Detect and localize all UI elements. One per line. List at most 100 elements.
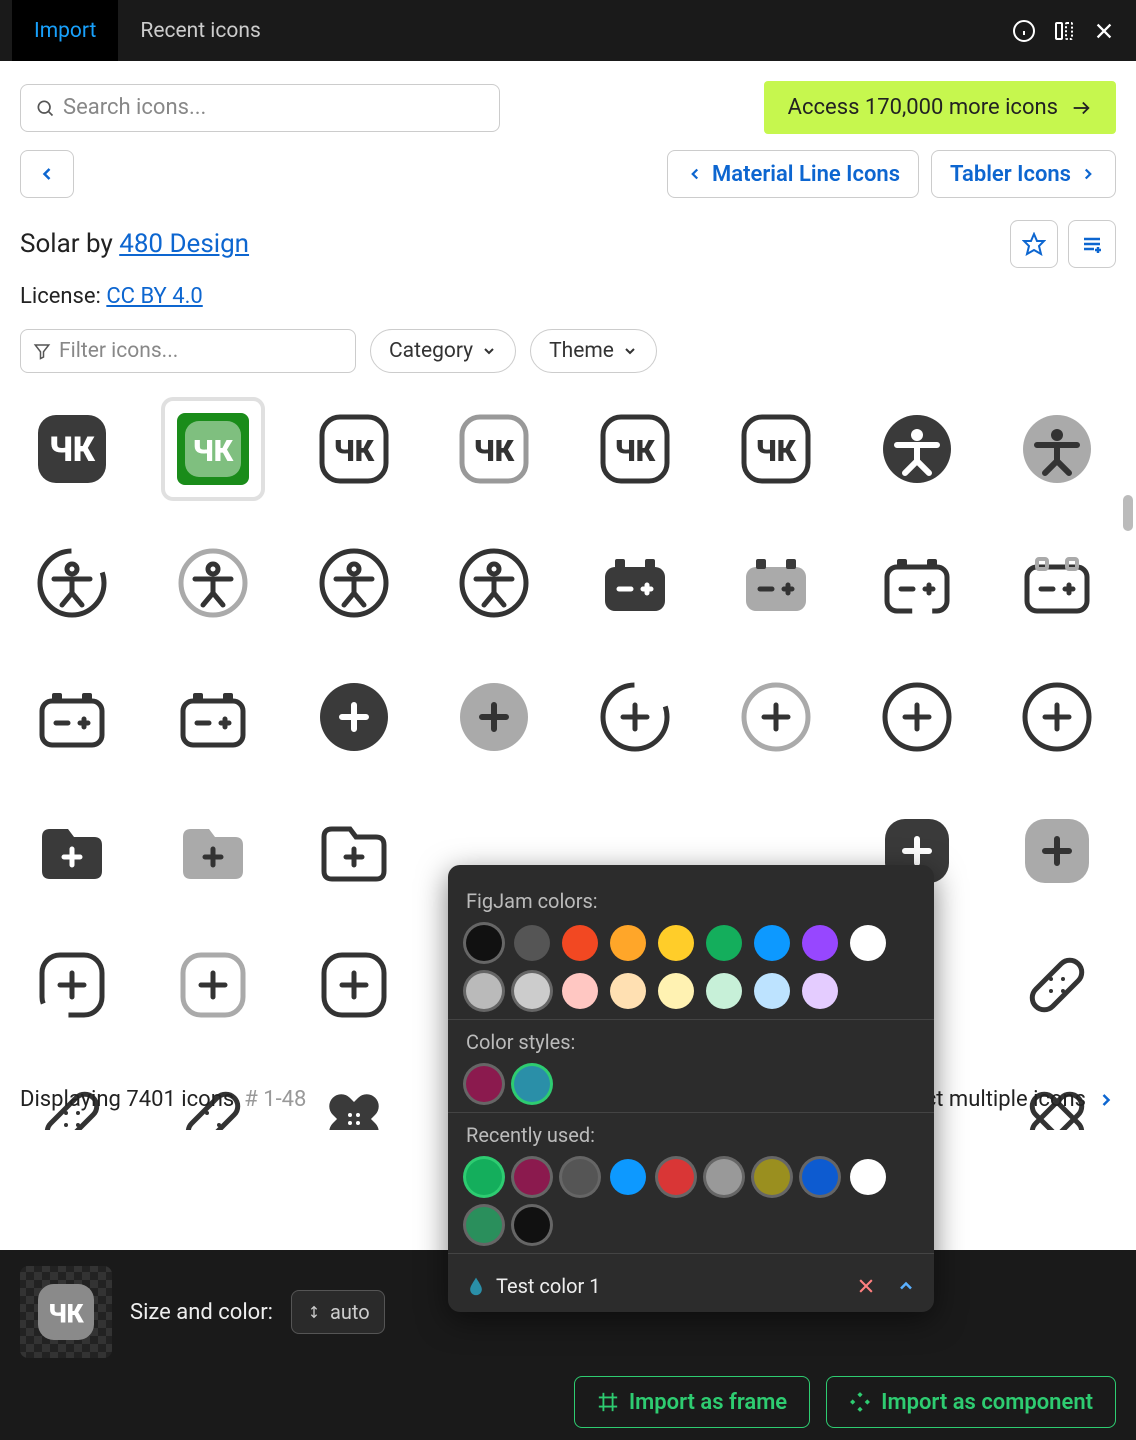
theme-dropdown[interactable]: Theme [530,329,657,373]
swatch[interactable] [802,925,838,961]
header-bar: Import Recent icons [0,0,1136,61]
close-icon[interactable] [1084,11,1124,51]
icon-accessibility-duo2[interactable] [165,535,261,631]
swatch[interactable] [514,1207,550,1243]
swatch[interactable] [514,925,550,961]
promo-banner[interactable]: Access 170,000 more icons [764,81,1116,134]
component-icon [849,1391,871,1413]
icon-add-sq-broken[interactable] [24,937,120,1033]
icon-4k-bold[interactable]: ЧК [24,401,120,497]
swatch[interactable] [466,1159,502,1195]
icon-4k-selected[interactable]: ЧК [165,401,261,497]
icon-battery-line2[interactable] [165,669,261,765]
swatch-selected[interactable] [514,1066,550,1102]
svg-text:ЧК: ЧК [333,434,374,469]
icon-add-circle-line2[interactable] [1009,669,1105,765]
icon-battery-line[interactable] [24,669,120,765]
swatch[interactable] [658,1159,694,1195]
swatch[interactable] [562,1159,598,1195]
swatch[interactable] [802,973,838,1009]
test-color-label: Test color 1 [496,1274,601,1298]
icon-preview: ЧК [20,1266,112,1358]
author-link[interactable]: 480 Design [119,229,249,259]
icon-battery-broken[interactable] [869,535,965,631]
next-set-label: Tabler Icons [950,162,1071,187]
swatch[interactable] [754,1159,790,1195]
swatch[interactable] [514,973,550,1009]
swatch[interactable] [610,925,646,961]
swatch[interactable] [658,973,694,1009]
icon-folder-add-bold[interactable] [24,803,120,899]
back-button[interactable] [20,150,74,198]
swatch[interactable] [754,973,790,1009]
icon-add-circle-duo[interactable] [446,669,542,765]
icon-add-circle-broken[interactable] [587,669,683,765]
icon-4k-outline-dim[interactable]: ЧК [446,401,542,497]
category-dropdown[interactable]: Category [370,329,516,373]
size-dropdown[interactable]: auto [291,1290,385,1334]
swatch[interactable] [850,925,886,961]
swatch[interactable] [466,925,502,961]
swatch[interactable] [658,925,694,961]
tab-import[interactable]: Import [12,0,118,61]
icon-bandage-line[interactable] [1009,937,1105,1033]
swatch[interactable] [706,973,742,1009]
swatch[interactable] [514,1159,550,1195]
layout-icon[interactable] [1044,11,1084,51]
chevron-right-icon[interactable] [1096,1090,1116,1110]
icon-folder-add-line[interactable] [306,803,402,899]
icon-add-circle-duoline[interactable] [728,669,824,765]
icon-add-circle-bold[interactable] [306,669,402,765]
icon-accessibility-line2[interactable] [446,535,542,631]
icon-add-sq-duoline[interactable] [165,937,261,1033]
icon-4k-line2[interactable]: ЧК [728,401,824,497]
favorite-button[interactable] [1010,220,1058,268]
svg-text:ЧК: ЧК [756,434,797,469]
svg-text:ЧК: ЧК [48,1300,84,1330]
icon-battery-bold[interactable] [587,535,683,631]
swatch[interactable] [466,973,502,1009]
icon-accessibility-duo[interactable] [1009,401,1105,497]
scrollbar-thumb[interactable] [1123,495,1133,531]
swatch[interactable] [610,1159,646,1195]
chevron-up-icon[interactable] [896,1276,916,1296]
icon-4k-outline[interactable]: ЧК [306,401,402,497]
icon-accessibility-broken[interactable] [24,535,120,631]
search-input[interactable]: Search icons... [20,84,500,132]
swatch[interactable] [706,925,742,961]
clear-color-icon[interactable] [856,1276,876,1296]
icon-4k-line[interactable]: ЧК [587,401,683,497]
swatch[interactable] [562,925,598,961]
icon-battery-duoline[interactable] [1009,535,1105,631]
swatch[interactable] [466,1207,502,1243]
icon-accessibility-line[interactable] [306,535,402,631]
swatch[interactable] [466,1066,502,1102]
icon-add-sq-duo[interactable] [1009,803,1105,899]
icon-battery-duo[interactable] [728,535,824,631]
list-add-button[interactable] [1068,220,1116,268]
info-icon[interactable] [1004,11,1044,51]
tab-recent[interactable]: Recent icons [118,0,282,61]
svg-text:ЧК: ЧК [49,430,96,470]
icon-accessibility-bold[interactable] [869,401,965,497]
iconset-title: Solar by 480 Design [20,229,249,259]
icon-add-sq-line[interactable] [306,937,402,1033]
swatch[interactable] [706,1159,742,1195]
swatch[interactable] [850,1159,886,1195]
icon-folder-add-duo[interactable] [165,803,261,899]
swatch[interactable] [802,1159,838,1195]
cp-title-figjam: FigJam colors: [466,889,916,913]
next-set-button[interactable]: Tabler Icons [931,150,1116,198]
prev-set-button[interactable]: Material Line Icons [667,150,919,198]
icon-add-circle-line[interactable] [869,669,965,765]
swatch[interactable] [562,973,598,1009]
promo-label: Access 170,000 more icons [788,95,1058,120]
swatch[interactable] [610,973,646,1009]
figjam-swatches [466,925,916,1009]
import-frame-button[interactable]: Import as frame [574,1376,810,1428]
filter-input[interactable]: Filter icons... [20,329,356,373]
swatch[interactable] [754,925,790,961]
license-link[interactable]: CC BY 4.0 [106,284,202,309]
chevron-down-icon [622,343,638,359]
import-component-button[interactable]: Import as component [826,1376,1116,1428]
